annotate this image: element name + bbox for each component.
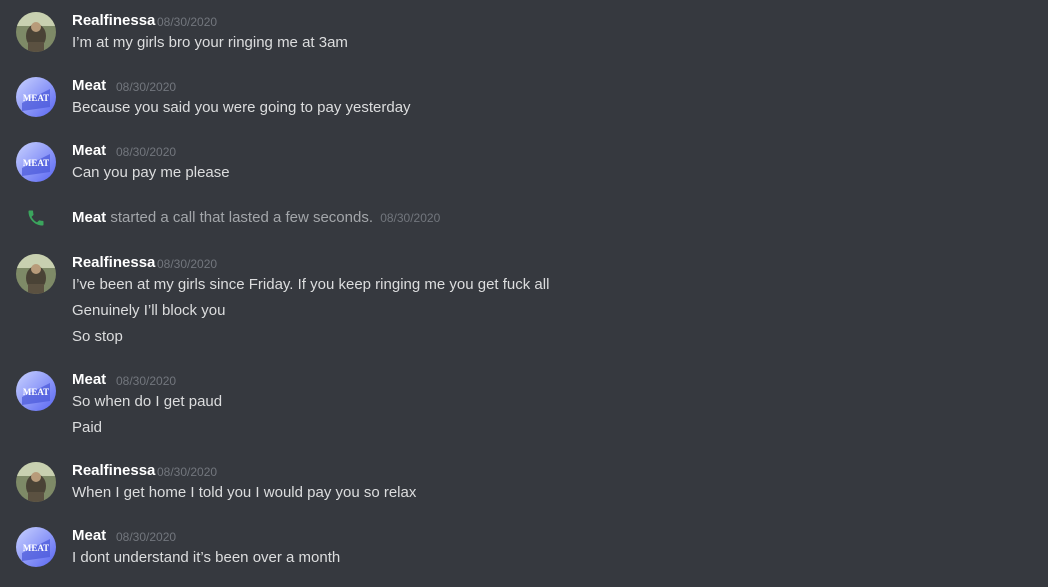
call-event-description: started a call that lasted a few seconds… <box>110 209 374 226</box>
message-text: I dont understand it’s been over a month <box>72 549 341 566</box>
call-event-timestamp: 08/30/2020 <box>380 211 441 225</box>
avatar-meat[interactable]: MEAT <box>16 142 56 182</box>
message-timestamp: 08/30/2020 <box>157 465 218 479</box>
svg-text:MEAT: MEAT <box>23 387 49 397</box>
call-event-text: Meat started a call that lasted a few se… <box>72 208 440 228</box>
avatar-meat[interactable]: MEAT <box>16 77 56 117</box>
message-author[interactable]: Realfinessa <box>72 253 155 273</box>
message-timestamp: 08/30/2020 <box>116 145 177 159</box>
message-author[interactable]: Meat <box>72 141 106 161</box>
phone-icon <box>28 210 44 226</box>
message-timestamp: 08/30/2020 <box>116 80 177 94</box>
message-timestamp: 08/30/2020 <box>116 530 177 544</box>
message-author[interactable]: Realfinessa <box>72 461 155 481</box>
avatar-realfinessa[interactable] <box>16 462 56 502</box>
avatar-meat[interactable]: MEAT <box>16 371 56 411</box>
svg-text:MEAT: MEAT <box>23 158 49 168</box>
message-author[interactable]: Meat <box>72 76 106 96</box>
svg-text:MEAT: MEAT <box>23 543 49 553</box>
chat-messages: Realfinessa 08/30/2020 I’m at my girls b… <box>0 0 1048 587</box>
message-timestamp: 08/30/2020 <box>157 257 218 271</box>
avatar-meat[interactable]: MEAT <box>16 527 56 567</box>
message-text: So when do I get paud <box>72 393 223 410</box>
message-author[interactable]: Meat <box>72 370 106 390</box>
message-text: I’ve been at my girls since Friday. If y… <box>72 276 550 293</box>
message-timestamp: 08/30/2020 <box>157 15 218 29</box>
message-text: Paid <box>72 419 103 436</box>
message-text: I’m at my girls bro your ringing me at 3… <box>72 34 348 51</box>
message-text: Genuinely I’ll block you <box>72 302 226 319</box>
message-text: Can you pay me please <box>72 164 230 181</box>
message-text: When I get home I told you I would pay y… <box>72 484 417 501</box>
svg-text:MEAT: MEAT <box>23 93 49 103</box>
message-timestamp: 08/30/2020 <box>116 374 177 388</box>
avatar-realfinessa[interactable] <box>16 12 56 52</box>
avatar-realfinessa[interactable] <box>16 254 56 294</box>
message-author[interactable]: Realfinessa <box>72 11 155 31</box>
message-author[interactable]: Meat <box>72 526 106 546</box>
message-text: Because you said you were going to pay y… <box>72 99 411 116</box>
call-event-author[interactable]: Meat <box>72 209 106 226</box>
message-text: So stop <box>72 328 123 345</box>
